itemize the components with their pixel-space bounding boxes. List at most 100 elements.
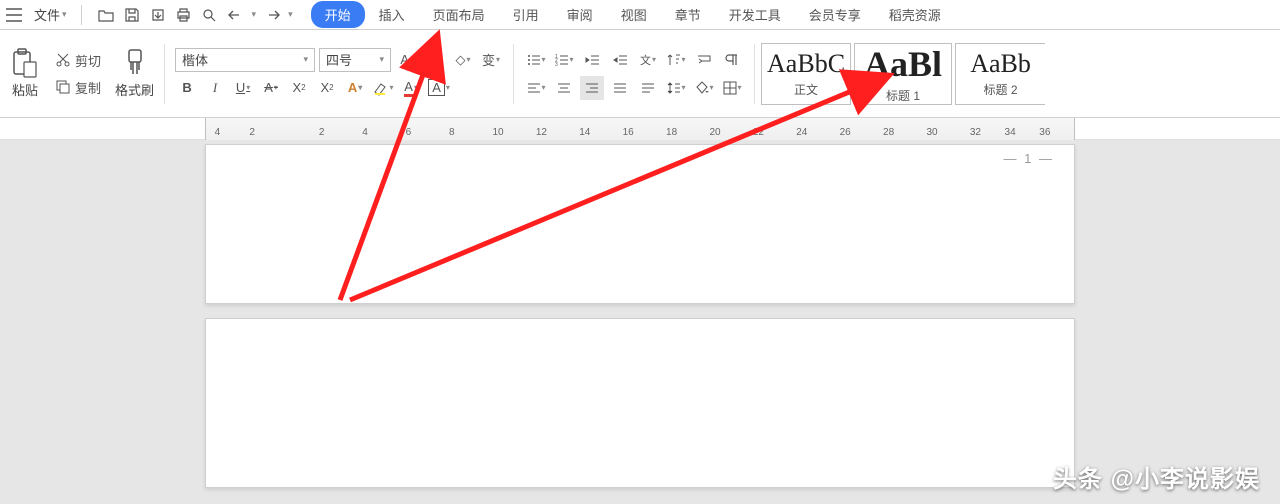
redo-icon[interactable]: [262, 5, 282, 25]
ruler-mark: 14: [579, 127, 590, 138]
font-name-value: 楷体: [182, 50, 208, 69]
align-center-button[interactable]: [552, 76, 576, 100]
tab-docer[interactable]: 稻壳资源: [875, 1, 955, 28]
style-normal[interactable]: AaBbC 正文: [761, 43, 851, 105]
highlight-button[interactable]: [371, 76, 395, 100]
bullets-button[interactable]: [524, 48, 548, 72]
undo-dropdown-icon[interactable]: ▾: [252, 9, 257, 20]
text-direction-button[interactable]: 文: [636, 48, 660, 72]
ruler-mark: 18: [666, 127, 677, 138]
tab-sections[interactable]: 章节: [661, 1, 715, 28]
watermark-text: 头条 @小李说影娱: [1053, 459, 1260, 494]
style-heading1[interactable]: AaBl 标题 1: [854, 43, 952, 105]
tab-references[interactable]: 引用: [499, 1, 553, 28]
chevron-down-icon: ▾: [62, 9, 67, 20]
format-painter-button[interactable]: 格式刷: [111, 46, 158, 101]
brush-icon: [120, 48, 150, 78]
decrease-font-icon[interactable]: A-: [423, 48, 447, 72]
underline-button[interactable]: U: [231, 76, 255, 100]
clear-formatting-icon[interactable]: ◇: [451, 48, 475, 72]
borders-button[interactable]: [720, 76, 744, 100]
style-label: 标题 1: [886, 87, 920, 104]
strikethrough-button[interactable]: A: [259, 76, 283, 100]
ruler-mark: 6: [406, 127, 412, 138]
print-preview-icon[interactable]: [200, 5, 220, 25]
align-justify-button[interactable]: [608, 76, 632, 100]
tab-member[interactable]: 会员专享: [795, 1, 875, 28]
ruler-mark: 24: [796, 127, 807, 138]
italic-button[interactable]: I: [203, 76, 227, 100]
line-spacing-button[interactable]: [664, 76, 688, 100]
copy-button[interactable]: 复制: [50, 76, 105, 99]
document-page[interactable]: — 1 —: [205, 144, 1075, 304]
align-distribute-button[interactable]: [636, 76, 660, 100]
align-left-button[interactable]: [524, 76, 548, 100]
cut-button[interactable]: 剪切: [50, 49, 105, 72]
document-page[interactable]: [205, 318, 1075, 488]
export-icon[interactable]: [148, 5, 168, 25]
undo-icon[interactable]: [226, 5, 246, 25]
tab-developer[interactable]: 开发工具: [715, 1, 795, 28]
menu-icon[interactable]: [4, 5, 24, 25]
copy-label: 复制: [75, 78, 101, 97]
text-effects-button[interactable]: A: [343, 76, 367, 100]
style-preview: AaBl: [864, 43, 942, 85]
style-label: 正文: [794, 81, 818, 98]
save-icon[interactable]: [122, 5, 142, 25]
ruler-mark: 16: [623, 127, 634, 138]
horizontal-ruler[interactable]: 4 2 2 4 6 8 10 12 14 16 18 20 22 24 26 2…: [205, 118, 1075, 140]
divider: [81, 5, 82, 25]
file-menu[interactable]: 文件 ▾: [28, 3, 73, 26]
numbering-button[interactable]: 123: [552, 48, 576, 72]
format-painter-label: 格式刷: [115, 80, 154, 99]
char-border-button[interactable]: A: [427, 76, 451, 100]
separator: [754, 44, 755, 104]
shading-button[interactable]: [692, 76, 716, 100]
ruler-mark: 26: [840, 127, 851, 138]
ruler-mark: 8: [449, 127, 455, 138]
ruler-bar: 4 2 2 4 6 8 10 12 14 16 18 20 22 24 26 2…: [0, 118, 1280, 140]
line-break-button[interactable]: [692, 48, 716, 72]
paragraph-group: 123 文: [520, 48, 748, 100]
increase-indent-button[interactable]: [608, 48, 632, 72]
bold-button[interactable]: B: [175, 76, 199, 100]
ruler-mark: 36: [1039, 127, 1050, 138]
copy-icon: [54, 78, 72, 96]
styles-group: AaBbC 正文 AaBl 标题 1 AaBb 标题 2: [761, 43, 1045, 105]
chevron-down-icon: ▾: [304, 54, 309, 65]
decrease-indent-button[interactable]: [580, 48, 604, 72]
document-area: — 1 —: [0, 140, 1280, 504]
increase-font-icon[interactable]: A+: [395, 48, 419, 72]
paragraph-mark-button[interactable]: [720, 48, 744, 72]
style-heading2[interactable]: AaBb 标题 2: [955, 43, 1045, 105]
font-size-combo[interactable]: 四号 ▾: [319, 48, 391, 72]
font-size-value: 四号: [326, 50, 352, 69]
superscript-button[interactable]: X2: [287, 76, 311, 100]
paste-button[interactable]: 粘贴: [6, 46, 44, 101]
separator: [513, 44, 514, 104]
clipboard-group: 剪切 复制: [46, 49, 109, 99]
ruler-mark: 10: [492, 127, 503, 138]
align-right-button[interactable]: [580, 76, 604, 100]
tab-view[interactable]: 视图: [607, 1, 661, 28]
tab-review[interactable]: 审阅: [553, 1, 607, 28]
paste-label: 粘贴: [12, 80, 38, 99]
font-name-combo[interactable]: 楷体 ▾: [175, 48, 315, 72]
font-color-button[interactable]: A: [399, 76, 423, 100]
pinyin-guide-icon[interactable]: 变: [479, 48, 503, 72]
ribbon-tabs: 开始 插入 页面布局 引用 审阅 视图 章节 开发工具 会员专享 稻壳资源: [311, 1, 955, 28]
tab-page-layout[interactable]: 页面布局: [419, 1, 499, 28]
tab-start[interactable]: 开始: [311, 1, 365, 28]
ruler-mark: 4: [215, 127, 221, 138]
qat-more-icon[interactable]: ▾: [288, 9, 293, 20]
ribbon: 粘贴 剪切 复制 格式刷 楷体 ▾ 四号 ▾ A+ A-: [0, 30, 1280, 118]
sort-button[interactable]: [664, 48, 688, 72]
tab-insert[interactable]: 插入: [365, 1, 419, 28]
subscript-button[interactable]: X2: [315, 76, 339, 100]
ruler-mark: 12: [536, 127, 547, 138]
svg-text:3: 3: [555, 62, 558, 66]
chevron-down-icon: ▾: [380, 54, 385, 65]
print-icon[interactable]: [174, 5, 194, 25]
open-icon[interactable]: [96, 5, 116, 25]
style-preview: AaBbC: [767, 49, 845, 79]
